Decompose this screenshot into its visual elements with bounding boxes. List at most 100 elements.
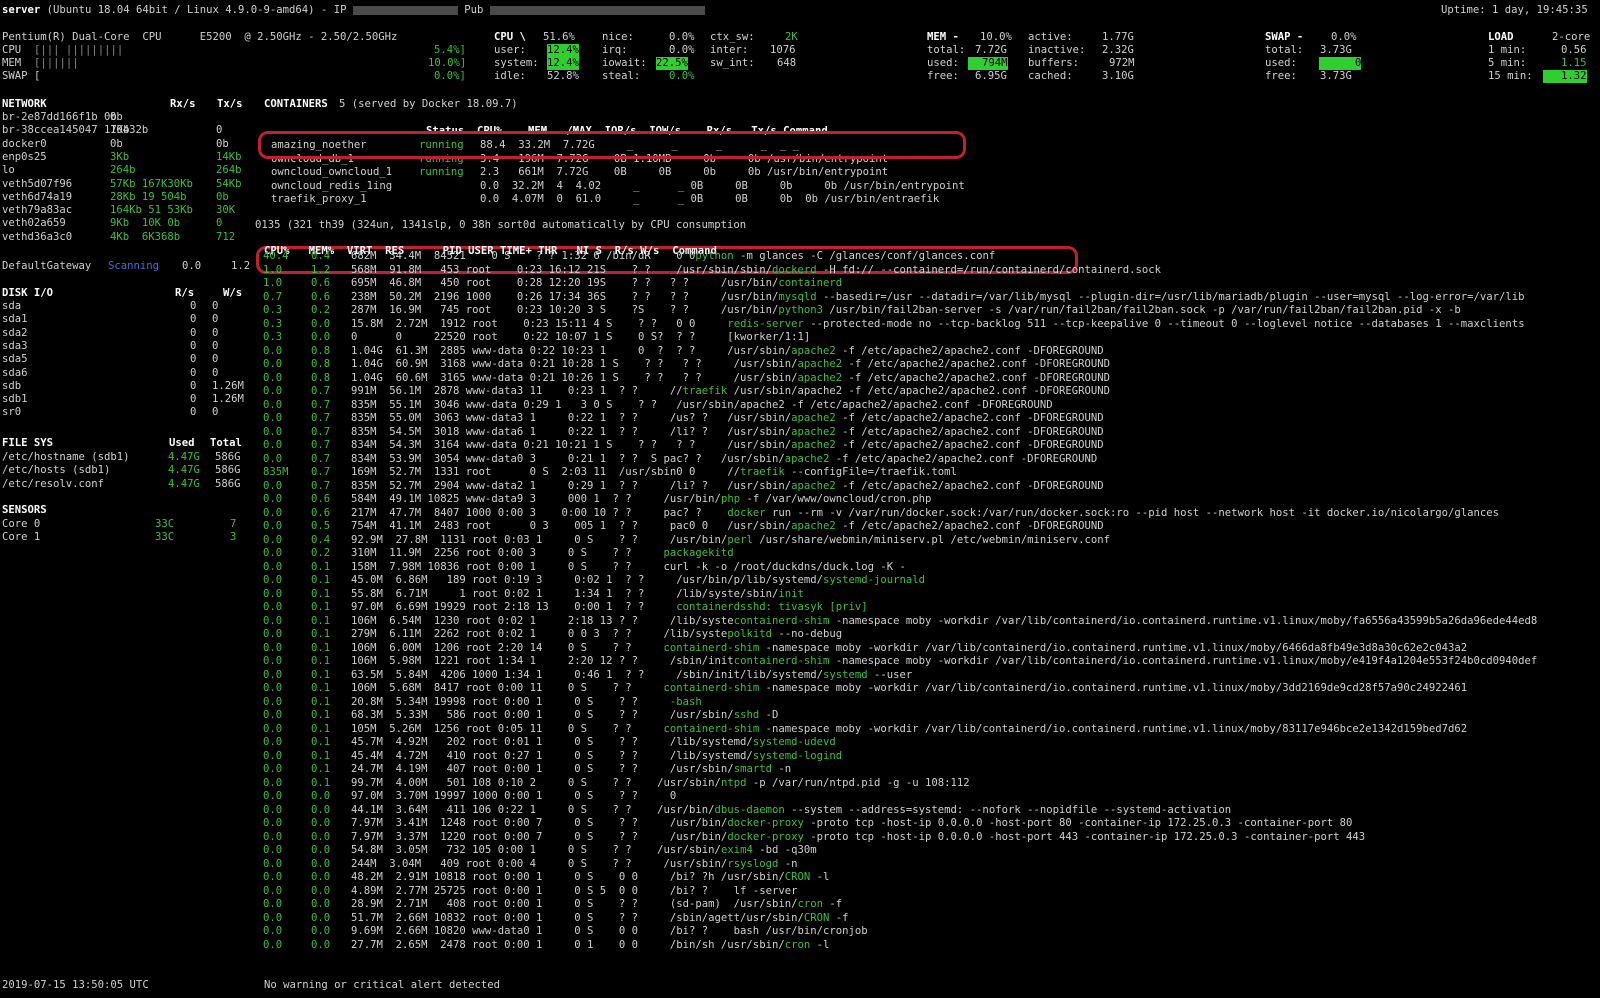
- process-mem: 0.1: [311, 614, 331, 627]
- process-mem: 0.4: [311, 250, 331, 262]
- process-command-name: apache2: [791, 520, 836, 532]
- network-tx-value: 14Kb: [216, 150, 242, 163]
- process-command-name: packagekitd: [663, 547, 734, 559]
- filesystem-total: 586G: [215, 464, 241, 477]
- process-columns-text: 835M 52.7M 2904 www-data2 1 0:29 1 ? ? /…: [351, 479, 792, 492]
- filesys-header: FILE SYS: [2, 437, 54, 449]
- process-row: 0.0 0.0 7.97M 3.41M 1248 root 0:00 7 0 S ?…: [263, 817, 1598, 831]
- process-cpu: 0.0: [263, 385, 283, 397]
- process-command-args: -H fd:// --containerd=/run/containerd/co…: [816, 263, 1162, 276]
- process-command-name: python3: [778, 304, 823, 316]
- process-command-name: containerd: [778, 277, 843, 289]
- cpu-system-label: system:: [494, 57, 539, 69]
- process-columns-text: 835M 54.5M 3018 www-data6 1 0:22 1 ? ? /…: [351, 425, 792, 438]
- cpu-model: Pentium(R) Dual-Core CPU E5200 @ 2.50GHz…: [2, 31, 398, 43]
- process-columns-text: 105M 5.26M 1256 root 0:05 11 0 S ? ?: [351, 722, 664, 735]
- process-details: 45.7M 4.92M 202 root 0:01 1 0 S ? ? /lib…: [351, 736, 836, 750]
- process-mem: 0.1: [311, 655, 331, 667]
- process-cpu: 0.0: [263, 722, 283, 735]
- process-mem: 0.7: [311, 398, 331, 411]
- cpu-nice-label: nice:: [602, 31, 634, 43]
- process-details: 682M 34.4M 84521 0 S ? ? 1:32 6 /bin/dR …: [351, 250, 995, 264]
- process-details: 28.9M 2.71M 408 root 0:00 1 0 S ? ? (sd-…: [351, 898, 842, 912]
- process-cpu: 0.0: [263, 493, 283, 505]
- process-details: 835M 52.7M 2904 www-data2 1 0:29 1 ? ? /…: [351, 480, 1104, 494]
- process-command-args: -f /etc/apache2/apache2.conf -DFOREGROUN…: [835, 344, 1104, 357]
- process-cpu: 0.3: [263, 304, 283, 316]
- process-details: 7.97M 3.41M 1248 root 0:00 7 0 S ? ? /us…: [351, 817, 1352, 831]
- process-command-args: -f /etc/apache2/apache2.conf -DFOREGROUN…: [842, 371, 1111, 384]
- quicklook-mem-label: MEM: [2, 57, 22, 69]
- process-columns-text: 1.04G 60.9M 3168 www-data 0:21 10:28 1 S…: [351, 358, 798, 370]
- cpu-idle-value: 52.8%: [547, 70, 579, 82]
- pub-label: Pub: [464, 4, 484, 16]
- container-stats: 2.3 661M 7.72G 0B 0B 0b 0b /usr/bin/entr…: [480, 166, 889, 178]
- process-details: 106M 5.68M 8417 root 0:00 11 0 S ? ? con…: [351, 682, 1467, 696]
- process-row: 0.0 0.0 97.0M 3.70M 19997 1000 0:00 1 0 S …: [263, 790, 1598, 804]
- process-command-name: dbus-daemon: [714, 803, 785, 816]
- process-columns-text: 45.7M 4.92M 202 root 0:01 1 0 S ? ? /lib…: [351, 736, 753, 748]
- process-row: 0.0 0.0 44.1M 3.64M 411 106 0:22 1 0 S ? ?…: [263, 804, 1598, 818]
- container-name: owncloud_redis_1ing: [271, 179, 393, 192]
- process-row: 0.0 0.8 1.04G 60.6M 3165 www-data 0:21 10:…: [263, 372, 1598, 386]
- process-command-name: systemd-logind: [752, 749, 843, 762]
- process-details: 106M 5.98M 1221 root 1:34 1 2:20 12 ? ? …: [351, 655, 1537, 669]
- process-columns-text: 15.8M 2.72M 1912 root 0:23 15:11 4 S ? ?…: [351, 317, 728, 330]
- process-cpu: 0.0: [263, 560, 283, 573]
- process-cpu: 0.0: [263, 574, 283, 586]
- process-row: 0.0 0.1 279M 6.11M 2262 root 0:02 1 0 0 3 …: [263, 628, 1598, 642]
- process-details: 97.0M 3.70M 19997 1000 0:00 1 0 S ? ? 0: [351, 790, 676, 804]
- host-name: server: [2, 4, 41, 16]
- process-mem: 0.1: [311, 695, 331, 708]
- process-command-name: init: [778, 587, 804, 600]
- process-command-args: -namespace moby -workdir /var/lib/contai…: [829, 614, 1538, 627]
- process-mem: 0.0: [311, 898, 331, 910]
- network-rx-value: 3Kb: [110, 150, 130, 163]
- os-info: (Ubuntu 18.04 64bit / Linux 4.9.0-9-amd6…: [46, 4, 315, 16]
- process-row: 0.0 0.1 99.7M 4.00M 501 108 0:10 2 0 S ? ?…: [263, 777, 1598, 791]
- process-details: 835M 55.0M 3063 www-data3 1 0:22 1 ? ? /…: [351, 412, 1104, 426]
- process-mem: 0.1: [311, 628, 331, 640]
- mem-active-value: 1.77G: [1102, 31, 1134, 43]
- process-columns-text: 20.8M 5.34M 19998 root 0:00 1 0 S ? ?: [351, 695, 670, 708]
- sensor-value: 7: [230, 518, 237, 530]
- process-command-name: systemd-udevd: [752, 736, 836, 748]
- filesystem-mount: /etc/hostname (sdb1): [2, 451, 130, 463]
- process-row: 0.0 0.1 20.8M 5.34M 19998 root 0:00 1 0 S …: [263, 696, 1598, 710]
- process-command-name: -bash: [669, 695, 702, 708]
- ip-label: - IP: [320, 4, 347, 16]
- process-row: 0.0 0.1 158M 7.98M 10836 root 0:00 1 0 S ?…: [263, 561, 1598, 575]
- process-command-args: -proto tcp -host-ip 0.0.0.0 -host-port 8…: [803, 817, 1353, 829]
- process-columns-text: 27.7M 2.65M 2478 root 0:00 1 0 1 0 0 /bi…: [351, 938, 785, 951]
- process-columns-text: 106M 6.00M 1206 root 2:20 14 0 S ? ?: [351, 641, 664, 654]
- footer-alert: No warning or critical alert detected: [264, 979, 500, 991]
- process-command-args: --basedir=/usr --datadir=/var/lib/mysql …: [816, 290, 1525, 303]
- process-row: 0.0 0.1 24.7M 4.19M 407 root 0:00 1 0 S ? …: [263, 763, 1598, 777]
- container-name: traefik_proxy_1: [271, 193, 367, 205]
- process-row: 0.0 0.1 45.0M 6.86M 189 root 0:19 3 0:02 1…: [263, 574, 1598, 588]
- process-command-name: exim4: [720, 844, 753, 856]
- process-columns-text: 991M 56.1M 2878 www-data3 11 0:23 1 ? ? …: [351, 385, 683, 397]
- disk-read-value: 0: [190, 379, 197, 392]
- process-command-name: apache2: [791, 344, 836, 357]
- disk-read-value: 0: [190, 300, 197, 312]
- process-mem: 0.1: [311, 587, 331, 600]
- filesys-total-header: Total: [210, 437, 242, 449]
- process-cpu: 0.0: [263, 425, 283, 438]
- network-interface: vethd36a3c0: [2, 230, 73, 243]
- process-columns-text: 0 0 22520 root 0:22 10:07 1 S 0 S? ? ? […: [351, 331, 811, 343]
- process-mem: 0.0: [311, 790, 331, 802]
- process-mem: 0.6: [311, 493, 331, 505]
- process-details: 169M 52.7M 1331 root 0 S 2:03 11 /usr/sb…: [351, 466, 957, 480]
- process-details: 1.04G 60.6M 3165 www-data 0:21 10:26 1 S…: [351, 372, 1110, 386]
- process-command-name: apache2: [791, 479, 836, 492]
- process-columns-text: 55.8M 6.71M 1 root 0:02 1 1:34 1 ? ? /li…: [351, 587, 779, 600]
- process-columns-text: 1.04G 61.3M 2885 www-data 0:22 10:23 1 0…: [351, 344, 792, 357]
- process-details: 568M 91.8M 453 root 0:23 16:12 21S ? ? /…: [351, 264, 1161, 278]
- process-command-name: docker-proxy: [727, 817, 804, 829]
- process-mem: 0.4: [311, 533, 331, 546]
- process-row: 0.0 0.7 834M 54.3M 3164 www-data 0:21 10:2…: [263, 439, 1598, 453]
- network-tx-value: 264b: [216, 164, 242, 177]
- process-command-name: apache2: [791, 412, 836, 424]
- process-row: 0.0 0.7 835M 55.0M 3063 www-data3 1 0:22 1…: [263, 412, 1598, 426]
